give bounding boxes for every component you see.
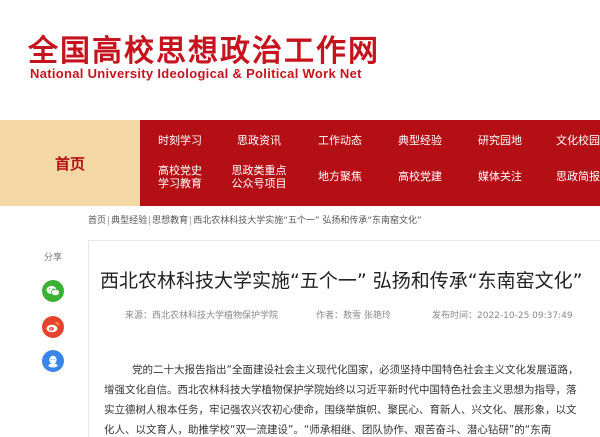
article-body-line: 实立德树人根本任务，牢记强农兴农初心使命，围绕举旗帜、聚民心、育新人、兴文化、展… <box>104 404 577 416</box>
nav-item-news[interactable]: 思政资讯 <box>237 134 281 147</box>
nav-item-campus-culture[interactable]: 文化校园 <box>556 134 600 147</box>
breadcrumb-separator: | <box>189 216 193 226</box>
nav-item-study[interactable]: 时刻学习 <box>158 134 202 147</box>
site-logo-english: National University Ideological & Politi… <box>30 66 362 81</box>
nav-item-key-accounts[interactable]: 思政类重点公众号项目 <box>229 164 289 190</box>
breadcrumb-separator: | <box>148 216 152 226</box>
breadcrumb-current: 西北农林科技大学实施“五个一” 弘扬和传承“东南窑文化” <box>193 216 422 226</box>
nav-item-research[interactable]: 研究园地 <box>478 134 522 147</box>
nav-home[interactable]: 首页 <box>0 120 140 206</box>
nav-item-briefing[interactable]: 思政简报 <box>556 170 600 183</box>
wechat-share-button[interactable] <box>42 280 64 302</box>
article-source: 来源：西北农林科技大学植物保护学院 <box>125 311 279 321</box>
weibo-share-button[interactable] <box>42 316 64 338</box>
article-title: 西北农林科技大学实施“五个一” 弘扬和传承“东南窑文化” <box>100 270 583 292</box>
article-body-line: 党的二十大报告指出“全面建设社会主义现代化国家，必须坚持中国特色社会主义文化发展… <box>132 364 579 376</box>
share-label: 分享 <box>43 253 62 263</box>
weibo-icon <box>46 321 60 333</box>
breadcrumb-home[interactable]: 首页 <box>88 216 106 226</box>
site-logo[interactable]: 全国高校思想政治工作网 <box>28 26 380 70</box>
breadcrumb-separator: | <box>107 216 111 226</box>
article-body-line: 化人、以文育人，助推学校“双一流建设”。“师承相继、团队协作、艰苦奋斗、潜心钻研… <box>104 424 552 436</box>
breadcrumb: 首页|典型经验|思想教育|西北农林科技大学实施“五个一” 弘扬和传承“东南窑文化… <box>88 213 422 226</box>
site-header: 全国高校思想政治工作网 National University Ideologi… <box>0 0 600 120</box>
nav-item-experience[interactable]: 典型经验 <box>398 134 442 147</box>
article-body-line: 增强文化自信。西北农林科技大学植物保护学院始终以习近平新时代中国特色社会主义思想… <box>104 384 577 396</box>
nav-home-label: 首页 <box>54 154 85 173</box>
nav-item-media[interactable]: 媒体关注 <box>478 170 522 183</box>
article-date: 发布时间：2022-10-25 09:37:49 <box>432 311 573 321</box>
article-author: 作者：敖雪 张艳玲 <box>316 311 391 321</box>
breadcrumb-ideological-education[interactable]: 思想教育 <box>152 216 188 226</box>
qq-share-button[interactable] <box>42 350 64 372</box>
breadcrumb-typical-experience[interactable]: 典型经验 <box>111 216 147 226</box>
nav-item-dynamics[interactable]: 工作动态 <box>318 134 362 147</box>
qq-icon <box>48 355 58 367</box>
nav-item-party-history[interactable]: 高校党史学习教育 <box>154 164 206 190</box>
wechat-icon <box>46 286 60 297</box>
nav-item-local-focus[interactable]: 地方聚焦 <box>318 170 362 183</box>
nav-item-party-building[interactable]: 高校党建 <box>398 170 442 183</box>
share-panel: 分享 <box>36 250 70 372</box>
